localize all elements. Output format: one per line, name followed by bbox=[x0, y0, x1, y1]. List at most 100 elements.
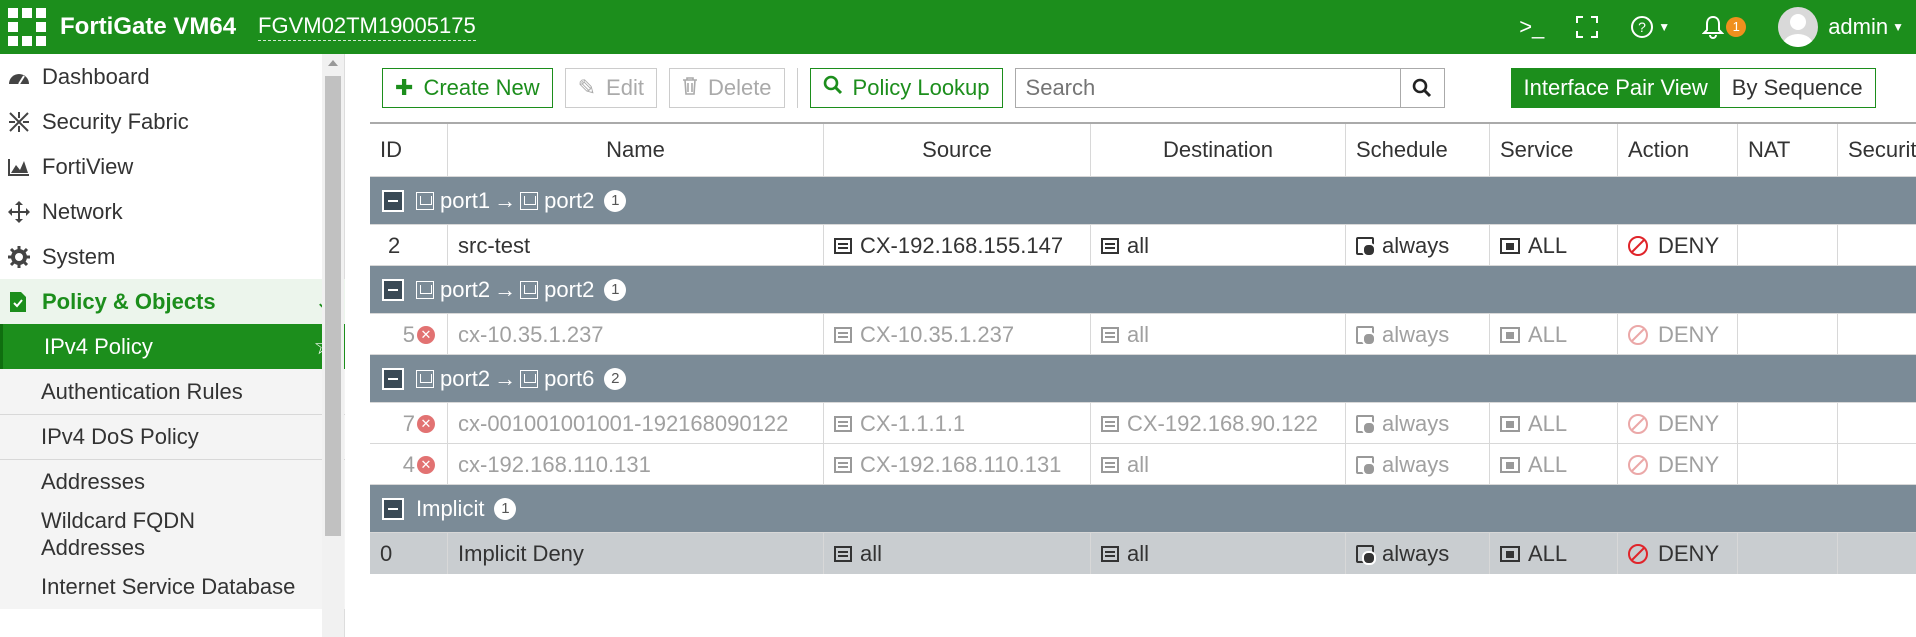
source-value: all bbox=[860, 540, 883, 566]
table-row[interactable]: 0 Implicit Deny all all always ALL DENY bbox=[370, 533, 1916, 574]
column-header-id[interactable]: ID bbox=[370, 124, 448, 176]
sidebar-item-security-fabric[interactable]: Security Fabric › bbox=[0, 99, 345, 144]
delete-label: Delete bbox=[707, 75, 772, 100]
policy-nat bbox=[1738, 225, 1838, 266]
column-header-service[interactable]: Service bbox=[1490, 124, 1618, 176]
user-menu[interactable]: admin ▼ bbox=[1762, 0, 1916, 54]
collapse-icon[interactable] bbox=[382, 497, 404, 520]
policy-id-value: 5 bbox=[402, 321, 415, 347]
edit-button[interactable]: ✎ Edit bbox=[564, 68, 657, 108]
scroll-up-icon[interactable] bbox=[328, 60, 338, 66]
sidebar-item-label: Policy & Objects bbox=[42, 288, 216, 314]
policy-service: ALL bbox=[1490, 225, 1618, 266]
address-icon bbox=[1101, 326, 1119, 343]
policy-destination: all bbox=[1091, 225, 1346, 266]
collapse-icon[interactable] bbox=[382, 278, 404, 301]
group-row[interactable]: port2 → port6 2 bbox=[370, 355, 1916, 403]
sidebar-item-ipv4-dos-policy[interactable]: IPv4 DoS Policy bbox=[0, 414, 345, 459]
port-icon bbox=[520, 191, 539, 210]
column-header-nat[interactable]: NAT bbox=[1738, 124, 1838, 176]
sidebar-item-internet-service-database[interactable]: Internet Service Database bbox=[0, 564, 345, 609]
policy-name: src-test bbox=[448, 225, 824, 266]
sidebar-item-wildcard-fqdn[interactable]: Wildcard FQDN Addresses bbox=[0, 504, 345, 564]
column-header-schedule[interactable]: Schedule bbox=[1346, 124, 1490, 176]
action-value: DENY bbox=[1658, 232, 1720, 258]
search-button[interactable] bbox=[1399, 69, 1444, 107]
search-box bbox=[1014, 68, 1445, 108]
policy-lookup-button[interactable]: Policy Lookup bbox=[809, 68, 1003, 108]
help-icon[interactable]: ? ▼ bbox=[1614, 0, 1686, 54]
schedule-icon bbox=[1356, 414, 1376, 435]
sidebar-scrollbar[interactable] bbox=[322, 54, 344, 637]
main-content: ✚ Create New ✎ Edit Delete Policy Lookup bbox=[370, 54, 1916, 637]
table-row[interactable]: 4 ✕ cx-192.168.110.131 CX-192.168.110.131… bbox=[370, 444, 1916, 485]
policy-destination: all bbox=[1091, 314, 1346, 355]
device-serial[interactable]: FGVM02TM19005175 bbox=[258, 13, 476, 41]
table-row[interactable]: 7 ✕ cx-001001001001-192168090122 CX-1.1.1… bbox=[370, 403, 1916, 444]
collapse-icon[interactable] bbox=[382, 367, 404, 390]
delete-button[interactable]: Delete bbox=[668, 68, 785, 108]
collapse-icon[interactable] bbox=[382, 189, 404, 212]
group-to-interface: port2 bbox=[544, 187, 595, 213]
policy-source: CX-1.1.1.1 bbox=[824, 403, 1091, 444]
policy-source: CX-10.35.1.237 bbox=[824, 314, 1091, 355]
sidebar-item-fortiview[interactable]: FortiView › bbox=[0, 144, 345, 189]
group-row-implicit[interactable]: Implicit 1 bbox=[370, 485, 1916, 533]
address-icon bbox=[834, 326, 852, 343]
table-row[interactable]: 2 src-test CX-192.168.155.147 all always… bbox=[370, 225, 1916, 266]
fullscreen-icon[interactable] bbox=[1560, 0, 1614, 54]
column-header-security[interactable]: Securit bbox=[1838, 124, 1916, 176]
sidebar-item-label: Security Fabric bbox=[42, 108, 189, 134]
schedule-value: always bbox=[1382, 410, 1450, 436]
plus-icon: ✚ bbox=[395, 75, 414, 100]
fortinet-logo-icon[interactable] bbox=[0, 0, 54, 54]
trash-icon bbox=[682, 75, 698, 101]
column-header-source[interactable]: Source bbox=[824, 124, 1091, 176]
group-row[interactable]: port1 → port2 1 bbox=[370, 177, 1916, 225]
sidebar-item-system[interactable]: System › bbox=[0, 234, 345, 279]
policy-id: 0 bbox=[370, 533, 448, 574]
policy-name: cx-10.35.1.237 bbox=[448, 314, 824, 355]
address-icon bbox=[1101, 237, 1119, 254]
column-header-action[interactable]: Action bbox=[1618, 124, 1738, 176]
edit-label: Edit bbox=[606, 75, 644, 100]
schedule-icon bbox=[1356, 544, 1376, 565]
address-icon bbox=[834, 545, 852, 562]
schedule-icon bbox=[1356, 236, 1376, 257]
cli-console-icon[interactable]: >_ bbox=[1503, 0, 1560, 54]
sidebar-item-addresses[interactable]: Addresses bbox=[0, 459, 345, 504]
schedule-icon bbox=[1356, 455, 1376, 476]
column-header-destination[interactable]: Destination bbox=[1091, 124, 1346, 176]
interface-pair-view-button[interactable]: Interface Pair View bbox=[1511, 69, 1720, 107]
sidebar-item-policy-objects[interactable]: Policy & Objects ⌄ bbox=[0, 279, 345, 324]
arrow-icon: → bbox=[494, 365, 517, 391]
group-row[interactable]: port2 → port2 1 bbox=[370, 266, 1916, 314]
table-row[interactable]: 5 ✕ cx-10.35.1.237 CX-10.35.1.237 all alw… bbox=[370, 314, 1916, 355]
policy-destination: CX-192.168.90.122 bbox=[1091, 403, 1346, 444]
service-value: ALL bbox=[1528, 410, 1568, 436]
search-input[interactable] bbox=[1015, 69, 1400, 107]
sidebar-item-authentication-rules[interactable]: Authentication Rules bbox=[0, 369, 345, 414]
service-icon bbox=[1500, 415, 1520, 432]
policy-security bbox=[1838, 403, 1916, 444]
scrollbar-thumb[interactable] bbox=[325, 76, 341, 536]
port-icon bbox=[416, 280, 434, 299]
column-header-name[interactable]: Name bbox=[448, 124, 824, 176]
arrow-icon: → bbox=[494, 187, 517, 213]
policy-icon bbox=[8, 291, 34, 313]
sidebar-item-network[interactable]: Network › bbox=[0, 189, 345, 234]
sidebar-item-ipv4-policy[interactable]: IPv4 Policy ☆ bbox=[0, 324, 345, 369]
notifications-button[interactable]: 1 bbox=[1686, 0, 1762, 54]
sidebar-item-dashboard[interactable]: Dashboard › bbox=[0, 54, 345, 99]
service-icon bbox=[1500, 237, 1520, 254]
chevron-down-icon: ▼ bbox=[1892, 20, 1904, 34]
create-new-button[interactable]: ✚ Create New bbox=[382, 68, 553, 108]
policy-nat bbox=[1738, 533, 1838, 574]
notification-count-badge: 1 bbox=[1726, 17, 1747, 37]
top-header: FortiGate VM64 FGVM02TM19005175 >_ ? ▼ 1… bbox=[0, 0, 1916, 54]
by-sequence-button[interactable]: By Sequence bbox=[1719, 69, 1875, 107]
port-icon bbox=[520, 280, 539, 299]
address-icon bbox=[834, 237, 852, 254]
group-to-interface: port6 bbox=[544, 365, 595, 391]
policy-source: all bbox=[824, 533, 1091, 574]
